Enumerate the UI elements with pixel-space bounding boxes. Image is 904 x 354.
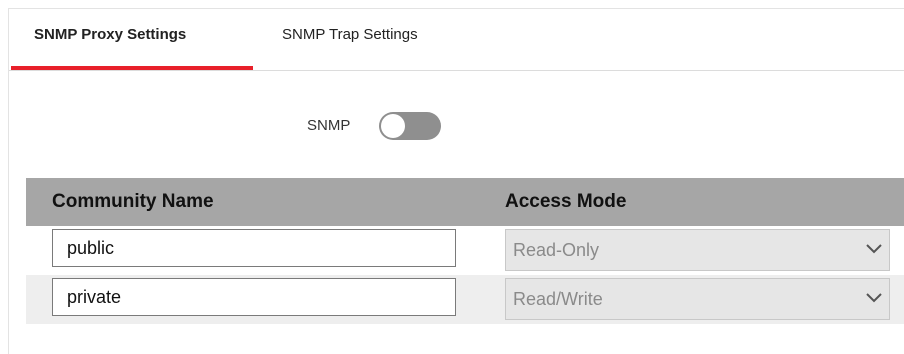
column-header-community-name: Community Name [52, 191, 214, 212]
tab-snmp-trap-settings[interactable]: SNMP Trap Settings [282, 9, 418, 71]
access-mode-value: Read-Only [513, 240, 600, 260]
tab-label: SNMP Proxy Settings [34, 26, 187, 43]
snmp-toggle[interactable] [379, 112, 441, 140]
tab-snmp-proxy-settings[interactable]: SNMP Proxy Settings [34, 9, 186, 71]
snmp-label: SNMP [307, 117, 351, 134]
tab-label: SNMP Trap Settings [282, 26, 418, 43]
community-name-input[interactable] [52, 229, 456, 267]
access-mode-select[interactable]: Read-Only [505, 229, 890, 271]
community-table: Community Name Access Mode Read-Only Rea… [26, 178, 904, 324]
column-header-access-mode: Access Mode [505, 191, 627, 212]
access-mode-select[interactable]: Read/Write [505, 278, 890, 320]
tab-bar: SNMP Proxy Settings SNMP Trap Settings [9, 9, 904, 71]
settings-panel: SNMP Proxy Settings SNMP Trap Settings S… [8, 8, 904, 354]
community-name-input[interactable] [52, 278, 456, 316]
active-tab-indicator [11, 66, 253, 70]
table-row: Read/Write [26, 275, 904, 324]
toggle-knob [381, 114, 405, 138]
snmp-enable-row: SNMP [9, 109, 904, 143]
chevron-down-icon [866, 293, 882, 303]
chevron-down-icon [866, 244, 882, 254]
access-mode-value: Read/Write [513, 289, 603, 309]
table-header: Community Name Access Mode [26, 178, 904, 226]
table-row: Read-Only [26, 226, 904, 275]
